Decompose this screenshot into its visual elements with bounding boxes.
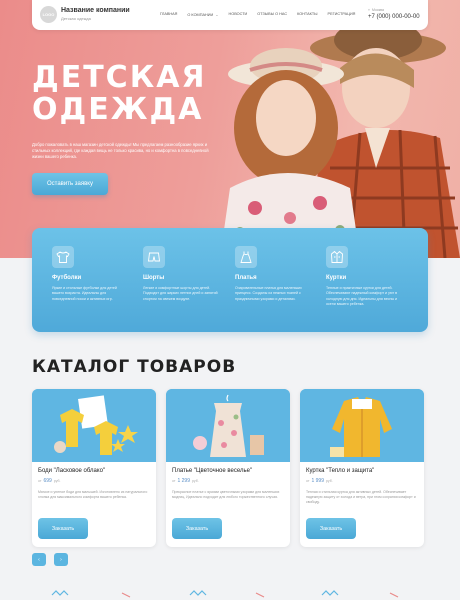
feature-text: Легкие и комфортные шорты для детей. Под… [143,286,218,301]
leave-request-button[interactable]: Оставить заявку [32,173,108,195]
product-price: от 699 руб. [38,478,61,484]
hero-photo-children [220,20,460,258]
price-value: 1 999 [311,478,324,484]
product-card[interactable]: Куртка "Тепло и защита" от 1 999 руб. Те… [300,389,424,547]
product-name[interactable]: Боди "Ласковое облако" [38,468,105,474]
nav-item-contacts[interactable]: КОНТАКТЫ [297,12,317,17]
nav-item-register[interactable]: РЕГИСТРАЦИЯ [328,12,356,17]
feature-shorts: Шорты Легкие и комфортные шорты для дете… [143,246,219,302]
nav-item-news[interactable]: НОВОСТИ [229,12,248,17]
feature-text: Очаровательные платья для маленьких прин… [235,286,302,301]
feature-title: Платья [235,275,257,281]
order-button[interactable]: Заказать [306,518,356,539]
features-panel: Футболки Яркие и стильные футболки для д… [32,228,428,332]
product-card[interactable]: Платье "Цветочное веселье" от 1 299 руб.… [166,389,290,547]
nav-item-about[interactable]: О КОМПАНИИ ⌄ [187,12,218,17]
carousel-next-button[interactable]: › [54,553,68,566]
feature-jackets: Куртки Теплые и практичные куртки для де… [326,246,402,308]
feature-title: Куртки [326,275,347,281]
price-currency: руб. [53,479,61,483]
hero-title: ДЕТСКАЯ ОДЕЖДА [32,62,207,126]
product-description: Теплая и стильная куртка для активных де… [306,490,416,504]
product-image-bodysuit [32,389,156,462]
city-label: Москва [371,8,384,12]
order-button[interactable]: Заказать [38,518,88,539]
feature-tshirts: Футболки Яркие и стильные футболки для д… [52,246,128,302]
main-nav: ГЛАВНАЯ О КОМПАНИИ ⌄ НОВОСТИ ОТЗЫВЫ О НАС… [160,12,355,17]
phone-number[interactable]: +7 (000) 000-00-00 [368,14,420,20]
price-currency: руб. [192,479,199,483]
product-card[interactable]: Боди "Ласковое облако" от 699 руб. Мягко… [32,389,156,547]
price-currency: руб. [326,479,333,483]
product-name[interactable]: Платье "Цветочное веселье" [172,468,252,474]
hero-description: Добро пожаловать в наш магазин детской о… [32,142,209,160]
site-header: LOGO Название компании Детская одежда ГЛ… [32,0,428,30]
product-name[interactable]: Куртка "Тепло и защита" [306,468,374,474]
feature-title: Шорты [143,275,165,281]
chevron-down-icon: ⌄ [215,12,219,17]
city-selector[interactable]: ⌖ Москва [368,8,384,12]
tshirt-icon [52,246,74,268]
decorative-zigzags [51,590,399,598]
feature-title: Футболки [52,275,82,281]
product-price: от 1 299 руб. [172,478,199,484]
feature-text: Яркие и стильные футболки для детей ваше… [52,286,117,301]
hero-title-line-2: ОДЕЖДА [32,92,204,127]
price-prefix: от [172,479,176,483]
product-description: Мягкое и уютное боди для малышей. Изгото… [38,490,148,499]
hero-section [0,0,460,258]
product-image-dress [166,389,290,462]
feature-text: Теплые и практичные куртки для детей. Об… [326,286,398,307]
product-image-jacket [300,389,424,462]
feature-dresses: Платья Очаровательные платья для маленьк… [235,246,311,302]
shorts-icon [143,246,165,268]
nav-item-about-label: О КОМПАНИИ [187,13,214,17]
hero-title-line-1: ДЕТСКАЯ [32,60,207,95]
catalog-title: КАТАЛОГ ТОВАРОВ [32,357,237,377]
order-button[interactable]: Заказать [172,518,222,539]
nav-item-home[interactable]: ГЛАВНАЯ [160,12,177,17]
price-prefix: от [38,479,42,483]
product-description: Прекрасное платье с яркими цветочными уз… [172,490,280,499]
logo[interactable]: LOGO [40,6,57,23]
company-name: Название компании [61,7,130,14]
nav-item-reviews[interactable]: ОТЗЫВЫ О НАС [257,12,287,17]
price-value: 1 299 [177,478,190,484]
price-value: 699 [43,478,52,484]
product-price: от 1 999 руб. [306,478,333,484]
location-icon: ⌖ [368,8,370,12]
company-subtitle: Детская одежда [61,16,91,21]
price-prefix: от [306,479,310,483]
dress-icon [235,246,257,268]
carousel-prev-button[interactable]: ‹ [32,553,46,566]
jacket-icon [326,246,348,268]
